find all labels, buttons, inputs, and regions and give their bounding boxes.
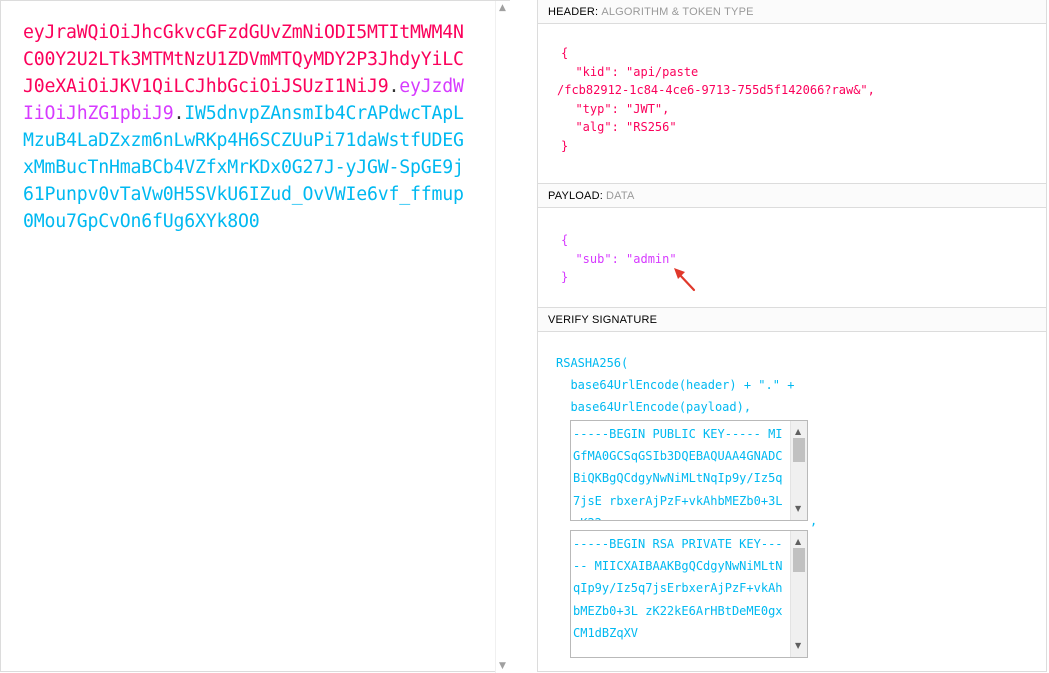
header-title: HEADER: <box>548 6 599 18</box>
encoded-dot: . <box>173 103 185 124</box>
encoded-panel: eyJraWQiOiJhcGkvcGFzdGUvZmNiODI5MTItMWM4… <box>0 0 510 673</box>
public-key-scrollbar[interactable]: ▲ ▼ <box>790 421 807 520</box>
signature-header-line: base64UrlEncode(header) + "." + <box>556 378 795 392</box>
scroll-thumb[interactable] <box>793 548 805 572</box>
private-key-textarea[interactable]: -----BEGIN RSA PRIVATE KEY----- MIICXAIB… <box>570 530 808 658</box>
signature-editor: RSASHA256( base64UrlEncode(header) + "."… <box>538 332 1046 672</box>
public-key-textarea[interactable]: -----BEGIN PUBLIC KEY----- MIGfMA0GCSqGS… <box>570 420 808 521</box>
payload-section-title: PAYLOAD: DATA <box>538 184 1046 208</box>
json-line: "kid": "api/paste <box>561 64 699 79</box>
signature-section-title: VERIFY SIGNATURE <box>538 308 1046 332</box>
json-line: "typ": "JWT", <box>561 101 670 116</box>
encoded-token[interactable]: eyJraWQiOiJhcGkvcGFzdGUvZmNiODI5MTItMWM4… <box>23 19 473 235</box>
json-line: /fcb82912-1c84-4ce6-9713-755d5f142066?ra… <box>557 83 875 97</box>
private-key-text: -----BEGIN RSA PRIVATE KEY----- MIICXAIB… <box>573 537 783 640</box>
json-line: "alg": "RS256" <box>561 120 677 134</box>
scroll-down-icon[interactable]: ▼ <box>795 500 801 519</box>
payload-json-editor[interactable]: { "sub": "admin" } <box>538 208 1046 308</box>
json-line: { <box>561 233 569 247</box>
private-key-scrollbar[interactable]: ▲ ▼ <box>790 531 807 657</box>
scroll-down-icon[interactable]: ▼ <box>795 637 801 656</box>
encoded-dot: . <box>388 76 400 97</box>
scroll-up-icon[interactable]: ▲ <box>499 3 506 13</box>
json-line: "sub": "admin" <box>561 251 677 266</box>
signature-payload-line: base64UrlEncode(payload), <box>556 400 752 414</box>
header-json-editor[interactable]: { "kid": "api/paste /fcb82912-1c84-4ce6-… <box>538 24 1046 184</box>
json-line: } <box>561 138 569 153</box>
annotation-arrow-icon <box>674 268 696 292</box>
header-section-title: HEADER: ALGORITHM & TOKEN TYPE <box>538 0 1046 24</box>
encoded-scrollbar[interactable]: ▲ ▼ <box>495 1 510 673</box>
scroll-thumb[interactable] <box>793 438 805 462</box>
payload-title: PAYLOAD: <box>548 190 603 202</box>
json-line: { <box>561 46 569 60</box>
header-subtitle: ALGORITHM & TOKEN TYPE <box>601 6 754 18</box>
decoded-panel: HEADER: ALGORITHM & TOKEN TYPE { "kid": "… <box>537 0 1047 672</box>
scroll-down-icon[interactable]: ▼ <box>499 661 506 671</box>
public-key-text: -----BEGIN PUBLIC KEY----- MIGfMA0GCSqGS… <box>573 427 783 520</box>
signature-title: VERIFY SIGNATURE <box>548 314 658 326</box>
json-line: } <box>561 270 569 284</box>
signature-fn-line: RSASHA256( <box>556 356 629 370</box>
signature-comma: , <box>810 514 818 528</box>
payload-subtitle: DATA <box>606 190 635 202</box>
